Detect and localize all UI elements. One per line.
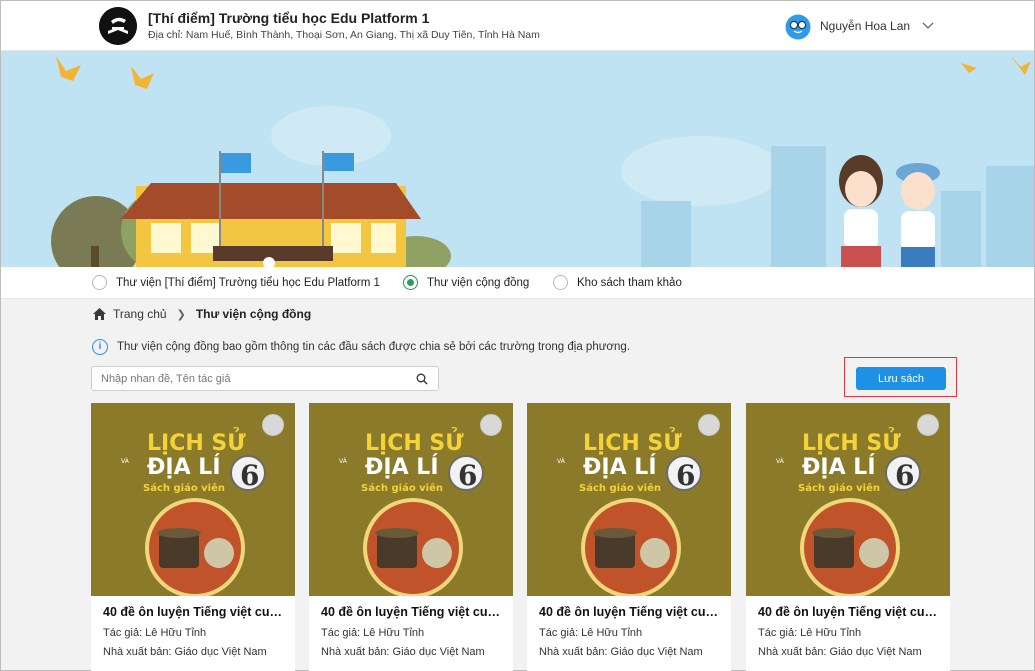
select-book-checkbox[interactable]: [917, 414, 939, 436]
cover-grade: 6: [895, 459, 914, 492]
school-logo-icon[interactable]: [99, 7, 137, 45]
radio-label: Thư viện [Thí điểm] Trường tiểu học Edu …: [116, 276, 380, 289]
school-name: [Thí điểm] Trường tiểu học Edu Platform …: [148, 10, 430, 26]
radio-community-library[interactable]: [403, 275, 418, 290]
breadcrumb: Trang chủ ❯ Thư viện cộng đồng: [92, 307, 311, 321]
radio-school-library[interactable]: [92, 275, 107, 290]
cover-grade: 6: [240, 459, 259, 492]
cover-grade: 6: [676, 459, 695, 492]
home-icon[interactable]: [92, 307, 107, 321]
cover-line2: ĐỊA LÍ: [583, 454, 657, 480]
cover-subtitle: Sách giáo viên: [798, 482, 880, 494]
book-cover[interactable]: LỊCH SỬ VÀ ĐỊA LÍ Sách giáo viên 6: [746, 403, 950, 596]
breadcrumb-current: Thư viện cộng đồng: [195, 307, 312, 321]
cover-line2: ĐỊA LÍ: [802, 454, 876, 480]
book-author: Tác giả: Lê Hữu Tỉnh: [539, 627, 643, 639]
info-text: Thư viện cộng đồng bao gồm thông tin các…: [117, 341, 630, 353]
cover-conj: VÀ: [776, 458, 785, 465]
book-card[interactable]: LỊCH SỬ VÀ ĐỊA LÍ Sách giáo viên 6 40 đề…: [746, 403, 950, 671]
chevron-down-icon[interactable]: [920, 17, 936, 33]
book-cover[interactable]: LỊCH SỬ VÀ ĐỊA LÍ Sách giáo viên 6: [91, 403, 295, 596]
cover-line1: LỊCH SỬ: [583, 428, 682, 456]
cover-line2: ĐỊA LÍ: [365, 454, 439, 480]
cover-grade: 6: [458, 459, 477, 492]
radio-label: Kho sách tham khảo: [577, 276, 682, 289]
cover-conj: VÀ: [121, 458, 130, 465]
book-publisher: Nhà xuất bản: Giáo dục Việt Nam: [758, 646, 922, 658]
cover-subtitle: Sách giáo viên: [143, 482, 225, 494]
banner-illustration: [1, 51, 1034, 267]
book-card[interactable]: LỊCH SỬ VÀ ĐỊA LÍ Sách giáo viên 6 40 đề…: [527, 403, 731, 671]
library-option-school[interactable]: Thư viện [Thí điểm] Trường tiểu học Edu …: [92, 275, 380, 290]
cover-subtitle: Sách giáo viên: [361, 482, 443, 494]
cover-line1: LỊCH SỬ: [802, 428, 901, 456]
book-author: Tác giả: Lê Hữu Tỉnh: [321, 627, 425, 639]
cover-subtitle: Sách giáo viên: [579, 482, 661, 494]
search-icon[interactable]: [416, 373, 428, 385]
school-address: Địa chỉ: Nam Huế, Bình Thành, Thoại Sơn,…: [148, 29, 540, 41]
book-cover[interactable]: LỊCH SỬ VÀ ĐỊA LÍ Sách giáo viên 6: [527, 403, 731, 596]
save-book-button[interactable]: Lưu sách: [856, 367, 946, 390]
user-avatar-icon[interactable]: [785, 14, 811, 40]
book-publisher: Nhà xuất bản: Giáo dục Việt Nam: [321, 646, 485, 658]
breadcrumb-home[interactable]: Trang chủ: [113, 307, 167, 321]
chevron-right-icon: ❯: [176, 308, 186, 321]
app-header: [Thí điểm] Trường tiểu học Edu Platform …: [1, 1, 1034, 51]
radio-reference-library[interactable]: [553, 275, 568, 290]
book-title[interactable]: 40 đề ôn luyện Tiếng việt cuối kì 1 lớp …: [539, 605, 725, 619]
book-title[interactable]: 40 đề ôn luyện Tiếng việt cuối kì 1 lớp …: [758, 605, 944, 619]
library-selector: Thư viện [Thí điểm] Trường tiểu học Edu …: [1, 267, 1034, 299]
book-author: Tác giả: Lê Hữu Tỉnh: [103, 627, 207, 639]
select-book-checkbox[interactable]: [480, 414, 502, 436]
info-icon: i: [92, 339, 108, 355]
select-book-checkbox[interactable]: [262, 414, 284, 436]
cover-conj: VÀ: [339, 458, 348, 465]
book-publisher: Nhà xuất bản: Giáo dục Việt Nam: [103, 646, 267, 658]
select-book-checkbox[interactable]: [698, 414, 720, 436]
radio-label: Thư viện cộng đồng: [427, 276, 530, 289]
library-banner: [1, 51, 1034, 267]
user-name[interactable]: Nguyễn Hoa Lan: [820, 19, 910, 33]
cover-line1: LỊCH SỬ: [147, 428, 246, 456]
library-option-reference[interactable]: Kho sách tham khảo: [553, 275, 682, 290]
library-option-community[interactable]: Thư viện cộng đồng: [403, 275, 529, 290]
search-input[interactable]: [92, 367, 402, 390]
book-title[interactable]: 40 đề ôn luyện Tiếng việt cuối kì 1 lớp …: [103, 605, 289, 619]
search-box: [91, 366, 439, 391]
cover-line1: LỊCH SỬ: [365, 428, 464, 456]
book-publisher: Nhà xuất bản: Giáo dục Việt Nam: [539, 646, 703, 658]
book-card[interactable]: LỊCH SỬ VÀ ĐỊA LÍ Sách giáo viên 6 40 đề…: [309, 403, 513, 671]
book-author: Tác giả: Lê Hữu Tỉnh: [758, 627, 862, 639]
book-cover[interactable]: LỊCH SỬ VÀ ĐỊA LÍ Sách giáo viên 6: [309, 403, 513, 596]
book-title[interactable]: 40 đề ôn luyện Tiếng việt cuối kì 1 lớp …: [321, 605, 507, 619]
cover-conj: VÀ: [557, 458, 566, 465]
book-card[interactable]: LỊCH SỬ VÀ ĐỊA LÍ Sách giáo viên 6 40 đề…: [91, 403, 295, 671]
info-notice: i Thư viện cộng đồng bao gồm thông tin c…: [92, 339, 630, 355]
cover-line2: ĐỊA LÍ: [147, 454, 221, 480]
